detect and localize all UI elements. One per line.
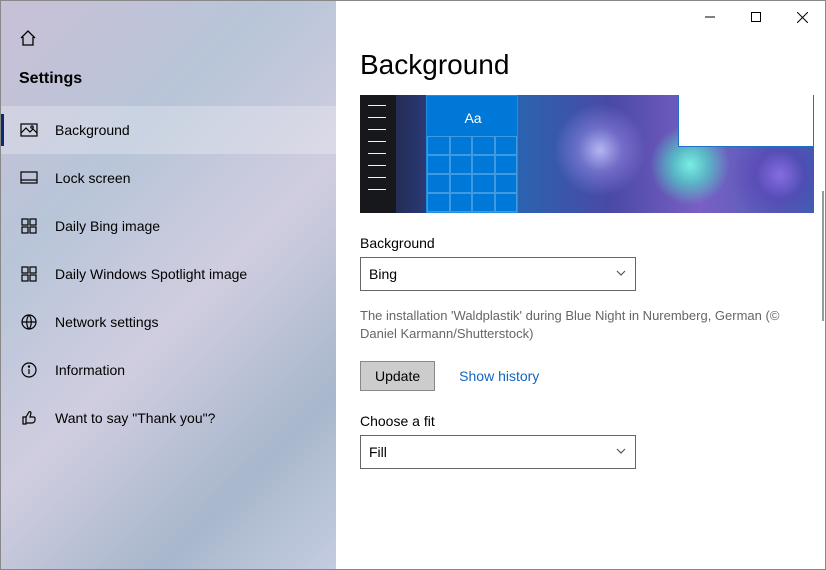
maximize-button[interactable] [733, 1, 779, 33]
background-label: Background [360, 235, 801, 251]
home-button[interactable] [1, 19, 336, 56]
nav-list: Background Lock screen Daily Bing image [1, 106, 336, 442]
chevron-down-icon [615, 445, 627, 460]
scrollbar[interactable] [822, 191, 824, 321]
nav-label: Information [55, 362, 125, 378]
sidebar-title: Settings [1, 56, 336, 106]
sidebar: Settings Background Lock screen [1, 1, 336, 569]
sidebar-item-network[interactable]: Network settings [1, 298, 336, 346]
preview-tile-grid: Aa [426, 95, 518, 213]
fit-select[interactable]: Fill [360, 435, 636, 469]
fit-select-value: Fill [369, 444, 387, 460]
close-button[interactable] [779, 1, 825, 33]
sidebar-item-daily-spotlight[interactable]: Daily Windows Spotlight image [1, 250, 336, 298]
globe-icon [19, 312, 39, 332]
show-history-link[interactable]: Show history [459, 368, 539, 384]
background-select[interactable]: Bing [360, 257, 636, 291]
preview-taskbar-col [360, 95, 396, 213]
monitor-icon [19, 168, 39, 188]
nav-label: Daily Bing image [55, 218, 160, 234]
nav-label: Background [55, 122, 130, 138]
sidebar-item-daily-bing[interactable]: Daily Bing image [1, 202, 336, 250]
preview-text-sample: Aa [427, 110, 519, 126]
main-content: Background Aa Background Bing [336, 1, 825, 569]
picture-icon [19, 120, 39, 140]
sidebar-item-thank-you[interactable]: Want to say "Thank you"? [1, 394, 336, 442]
minimize-button[interactable] [687, 1, 733, 33]
background-preview: Aa [360, 95, 814, 213]
thumbs-up-icon [19, 408, 39, 428]
sidebar-item-background[interactable]: Background [1, 106, 336, 154]
nav-label: Want to say "Thank you"? [55, 410, 215, 426]
actions-row: Update Show history [360, 361, 801, 391]
chevron-down-icon [615, 267, 627, 282]
background-select-value: Bing [369, 266, 397, 282]
page-title: Background [360, 49, 801, 81]
window-controls [687, 1, 825, 33]
home-icon [19, 29, 37, 50]
update-button[interactable]: Update [360, 361, 435, 391]
fit-label: Choose a fit [360, 413, 801, 429]
nav-label: Daily Windows Spotlight image [55, 266, 247, 282]
info-icon [19, 360, 39, 380]
preview-foreground-window [678, 95, 814, 147]
tiles-icon [19, 264, 39, 284]
tiles-icon [19, 216, 39, 236]
nav-label: Network settings [55, 314, 158, 330]
image-caption: The installation 'Waldplastik' during Bl… [360, 307, 814, 343]
sidebar-item-lock-screen[interactable]: Lock screen [1, 154, 336, 202]
sidebar-item-information[interactable]: Information [1, 346, 336, 394]
nav-label: Lock screen [55, 170, 130, 186]
